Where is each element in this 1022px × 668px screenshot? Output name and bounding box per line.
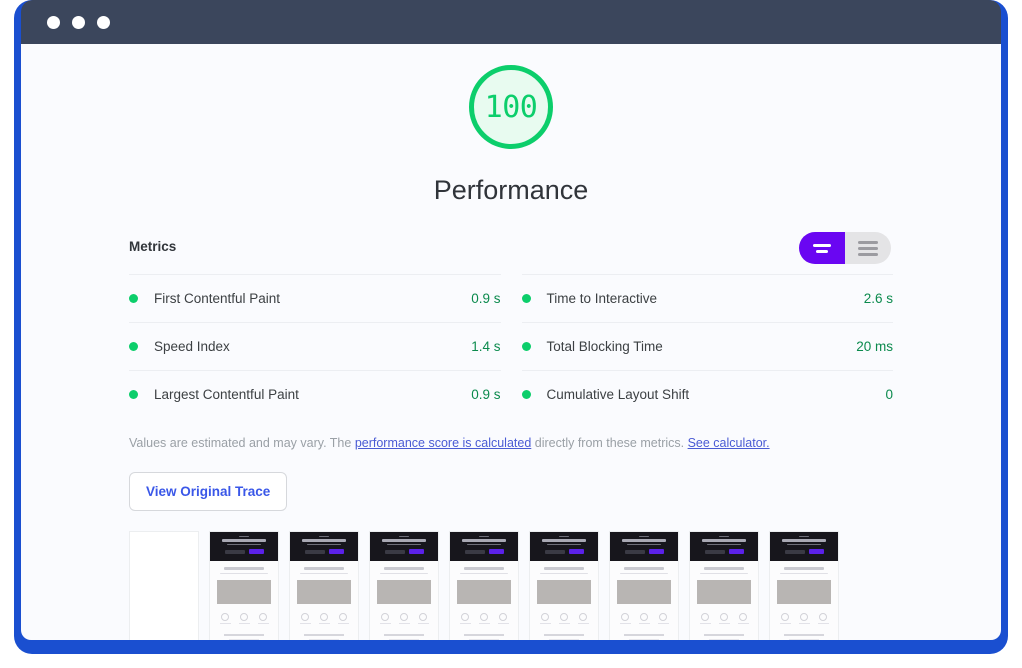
- filmstrip-thumbnail[interactable]: [129, 530, 199, 640]
- window-titlebar: [21, 0, 1001, 44]
- thumb-body: [770, 561, 838, 640]
- screenshot-filmstrip: [21, 530, 1001, 640]
- thumb-body: [370, 561, 438, 640]
- metric-row[interactable]: First Contentful Paint 0.9 s: [129, 274, 501, 322]
- thumb-header: [770, 531, 838, 561]
- filmstrip-thumbnail[interactable]: [689, 530, 759, 640]
- metrics-column-right: Time to Interactive 2.6 s Total Blocking…: [521, 274, 893, 418]
- metric-value: 20 ms: [856, 339, 893, 354]
- filmstrip-thumbnail[interactable]: [209, 530, 279, 640]
- report-canvas: 100 Performance Metrics First Contentful…: [21, 44, 1001, 640]
- metric-name: Speed Index: [154, 339, 230, 354]
- toggle-list-view[interactable]: [845, 232, 891, 264]
- metric-row[interactable]: Largest Contentful Paint 0.9 s: [129, 370, 501, 418]
- filmstrip-thumbnail[interactable]: [449, 530, 519, 640]
- metrics-columns: First Contentful Paint 0.9 s Speed Index…: [21, 274, 1001, 418]
- score-gauge: 100: [469, 65, 553, 149]
- thumb-body: [530, 561, 598, 640]
- trace-button-wrap: View Original Trace: [21, 471, 1001, 511]
- page-title: Performance: [433, 175, 589, 205]
- metric-row[interactable]: Total Blocking Time 20 ms: [521, 322, 893, 370]
- expanded-view-icon: [813, 243, 831, 247]
- score-value: 100: [484, 89, 538, 125]
- metric-name: Total Blocking Time: [546, 339, 663, 354]
- browser-frame: 100 Performance Metrics First Contentful…: [14, 0, 1008, 654]
- thumb-header: [530, 531, 598, 561]
- thumb-image-placeholder: [377, 580, 431, 604]
- thumb-header: [290, 531, 358, 561]
- metric-value: 0: [885, 387, 893, 402]
- view-original-trace-button[interactable]: View Original Trace: [129, 471, 288, 511]
- thumb-header: [690, 531, 758, 561]
- status-pass-icon: [521, 390, 531, 399]
- filmstrip-thumbnail[interactable]: [369, 530, 439, 640]
- metric-name: Time to Interactive: [546, 291, 658, 306]
- thumb-header: [370, 531, 438, 561]
- thumb-body: [450, 561, 518, 640]
- metric-row[interactable]: Cumulative Layout Shift 0: [521, 370, 893, 418]
- thumb-image-placeholder: [617, 580, 671, 604]
- metric-value: 2.6 s: [863, 291, 893, 306]
- thumb-image-placeholder: [537, 580, 591, 604]
- status-pass-icon: [129, 342, 138, 351]
- list-view-icon: [858, 240, 878, 244]
- metric-name: First Contentful Paint: [154, 291, 281, 306]
- thumb-body: [210, 561, 278, 640]
- thumb-header: [610, 531, 678, 561]
- metrics-column-left: First Contentful Paint 0.9 s Speed Index…: [129, 274, 501, 418]
- list-view-icon-line2: [858, 252, 878, 256]
- toggle-expanded-view[interactable]: [799, 232, 845, 264]
- metric-row[interactable]: Time to Interactive 2.6 s: [521, 274, 893, 322]
- see-calculator-link[interactable]: See calculator.: [688, 436, 770, 450]
- filmstrip-thumbnail[interactable]: [289, 530, 359, 640]
- metrics-label: Metrics: [129, 239, 177, 254]
- minimize-dot[interactable]: [72, 15, 85, 29]
- metrics-header: Metrics: [21, 232, 1001, 268]
- metric-name: Largest Contentful Paint: [154, 387, 299, 402]
- close-dot[interactable]: [47, 15, 60, 29]
- metric-value: 1.4 s: [471, 339, 501, 354]
- thumb-image-placeholder: [217, 580, 271, 604]
- status-pass-icon: [521, 342, 531, 351]
- disclaimer-text-1: Values are estimated and may vary. The: [129, 436, 355, 450]
- thumb-body: [610, 561, 678, 640]
- performance-gauge-section: 100 Performance: [21, 44, 1001, 206]
- filmstrip-thumbnail[interactable]: [529, 530, 599, 640]
- metric-value: 0.9 s: [471, 291, 501, 306]
- metric-row[interactable]: Speed Index 1.4 s: [129, 322, 501, 370]
- disclaimer-text-2: directly from these metrics.: [531, 436, 688, 450]
- score-calculation-link[interactable]: performance score is calculated: [355, 436, 531, 450]
- thumb-image-placeholder: [297, 580, 351, 604]
- filmstrip-thumbnail[interactable]: [769, 530, 839, 640]
- filmstrip-thumbnail[interactable]: [609, 530, 679, 640]
- status-pass-icon: [521, 294, 531, 303]
- thumb-body: [690, 561, 758, 640]
- maximize-dot[interactable]: [97, 15, 110, 29]
- thumb-header: [450, 531, 518, 561]
- thumb-body: [290, 561, 358, 640]
- thumb-image-placeholder: [697, 580, 751, 604]
- expanded-view-icon-line: [816, 249, 828, 253]
- thumb-image-placeholder: [457, 580, 511, 604]
- status-pass-icon: [129, 390, 138, 399]
- thumb-header: [210, 531, 278, 561]
- list-view-icon-line: [858, 246, 878, 250]
- status-pass-icon: [129, 294, 138, 303]
- metrics-view-toggle[interactable]: [799, 232, 891, 264]
- metrics-disclaimer: Values are estimated and may vary. The p…: [21, 435, 1001, 453]
- metric-name: Cumulative Layout Shift: [546, 387, 690, 402]
- metric-value: 0.9 s: [471, 387, 501, 402]
- thumb-image-placeholder: [777, 580, 831, 604]
